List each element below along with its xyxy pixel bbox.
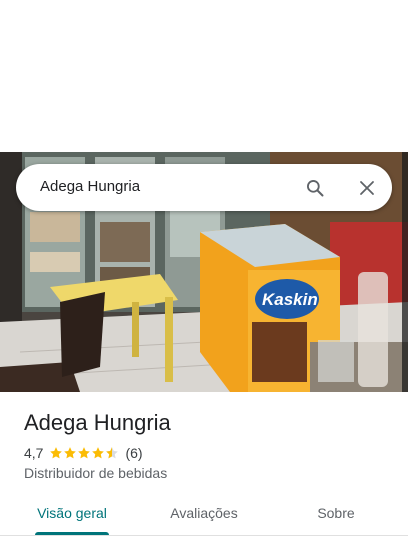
rating-row[interactable]: 4,7 (6) [24,445,143,461]
star-icon [50,447,63,459]
search-input[interactable]: Adega Hungria [40,178,140,195]
tab-overview[interactable]: Visão geral [24,497,120,535]
tab-reviews[interactable]: Avaliações [153,497,255,535]
rating-stars [49,446,119,460]
place-category[interactable]: Distribuidor de bebidas [24,465,167,481]
freezer-brand-text: Kaskin [262,290,318,309]
tabs-divider [0,535,408,536]
search-bar[interactable]: Adega Hungria [16,164,392,211]
rating-value: 4,7 [24,445,44,461]
tab-about[interactable]: Sobre [300,497,372,535]
star-icon [92,447,105,459]
star-icon [64,447,77,459]
place-title: Adega Hungria [24,410,171,435]
search-icon[interactable] [305,178,325,198]
star-icon [78,447,91,459]
close-icon[interactable] [358,179,376,197]
star-half-icon [106,447,119,459]
place-tabs: Visão geral Avaliações Sobre [0,497,408,544]
scrollbar[interactable] [402,152,408,392]
review-count[interactable]: (6) [125,445,142,461]
